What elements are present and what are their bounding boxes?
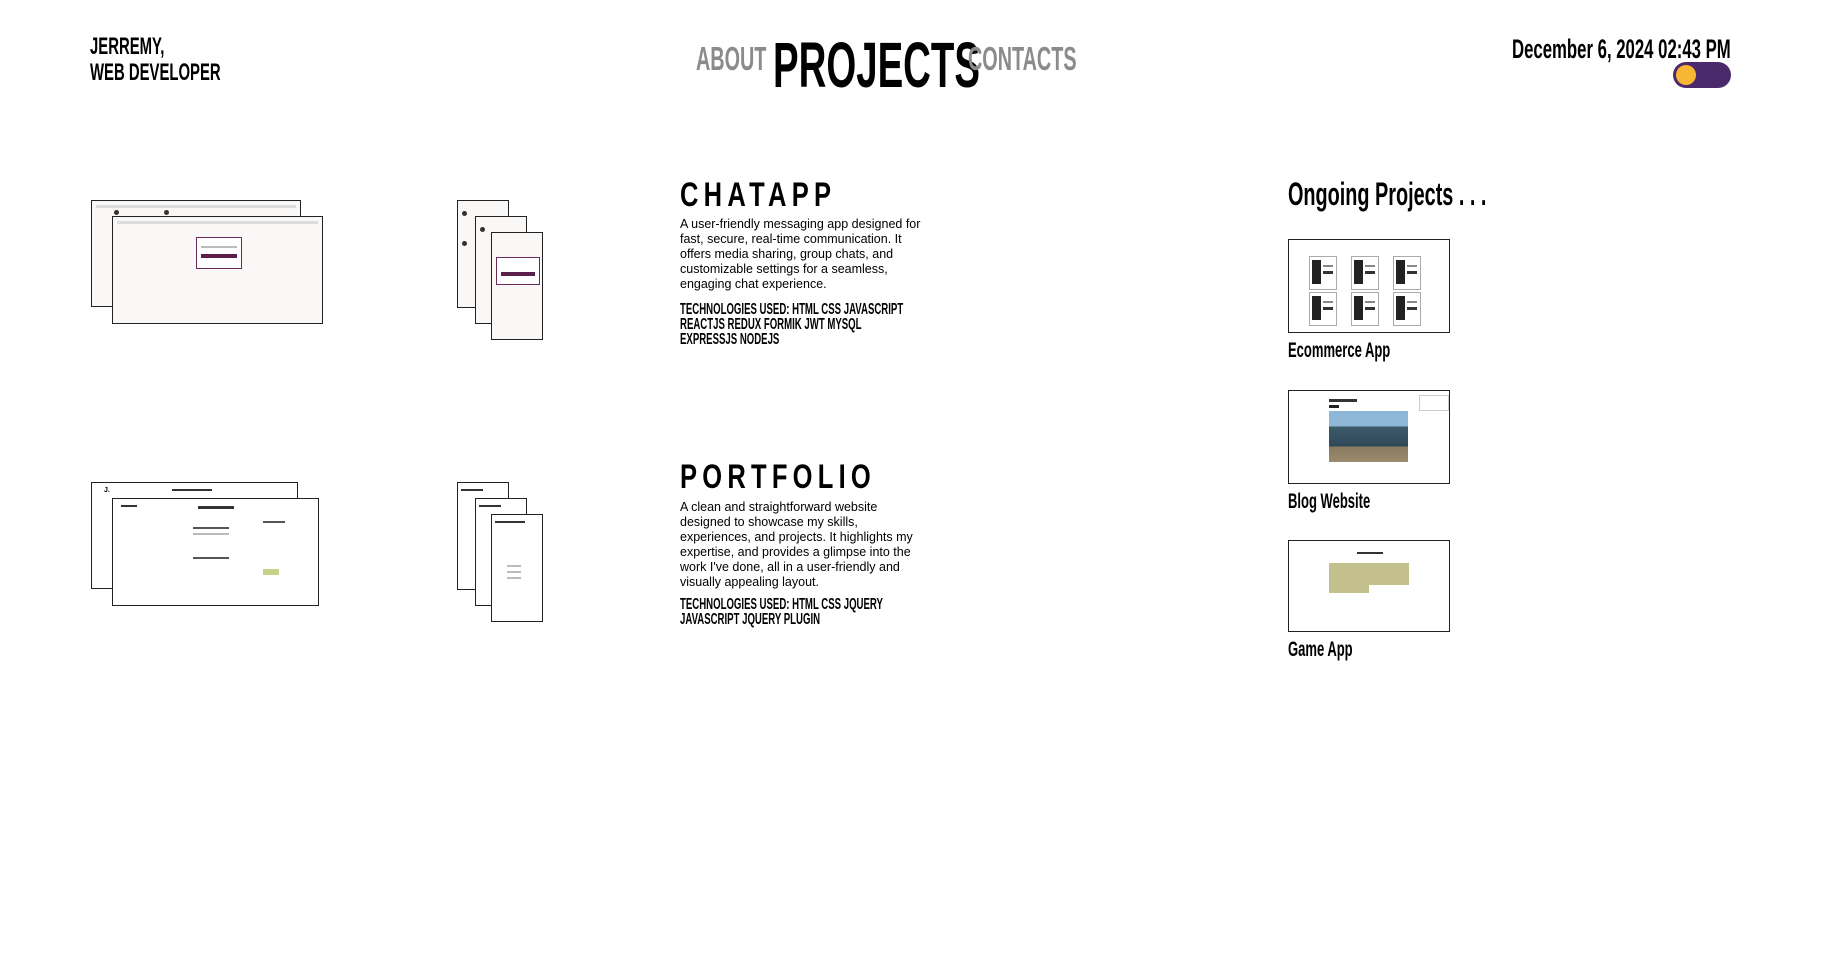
nav-contacts[interactable]: CONTACTS	[968, 40, 1077, 78]
blog-tag	[1329, 405, 1339, 408]
product-tile	[1351, 256, 1379, 290]
project-description-portfolio: A clean and straightforward website desi…	[680, 500, 913, 589]
shot-dot	[114, 210, 119, 215]
shot-bar	[117, 221, 318, 224]
project-title-chatapp: CHATAPP	[680, 176, 837, 214]
ongoing-card-game[interactable]	[1288, 540, 1450, 632]
blog-hero-image	[1329, 411, 1408, 462]
shot-dot	[462, 211, 467, 216]
mini-brand	[495, 521, 525, 523]
product-tile	[1351, 292, 1379, 326]
mini-ongoing	[263, 521, 285, 523]
product-tile	[1393, 256, 1421, 290]
mini-menu	[507, 577, 521, 579]
mini-brand	[479, 505, 501, 507]
mini-brand	[461, 489, 483, 491]
ongoing-label-ecommerce[interactable]: Ecommerce App	[1288, 339, 1390, 363]
nav-projects[interactable]: PROJECTS	[773, 30, 980, 100]
login-line	[201, 246, 237, 248]
theme-toggle-knob	[1676, 65, 1696, 85]
project-title-portfolio: PORTFOLIO	[680, 458, 876, 496]
game-grid-right	[1369, 563, 1409, 585]
mini-nav	[172, 489, 212, 491]
mini-card	[263, 569, 279, 575]
product-tile	[1309, 256, 1337, 290]
nav-about[interactable]: ABOUT	[696, 40, 766, 78]
mini-menu	[507, 571, 521, 573]
mini-menu	[507, 565, 521, 567]
project-technologies-chatapp: TECHNOLOGIES USED: HTML CSS JAVASCRIPT R…	[680, 301, 904, 348]
shot-dot	[480, 227, 485, 232]
brand: JERREMY, WEB DEVELOPER	[90, 34, 301, 86]
brand-line2: WEB DEVELOPER	[90, 59, 221, 86]
mini-nav	[198, 506, 234, 509]
product-tile	[1309, 292, 1337, 326]
mini-title	[193, 557, 229, 559]
blog-heading	[1329, 399, 1357, 402]
mini-text	[193, 533, 229, 535]
ongoing-label-blog[interactable]: Blog Website	[1288, 490, 1370, 514]
login-btn	[501, 272, 535, 276]
game-heading	[1357, 552, 1383, 554]
mini-brand	[121, 505, 137, 507]
theme-toggle[interactable]	[1673, 62, 1731, 88]
clock: December 6, 2024 02:43 PM	[1378, 34, 1731, 65]
ongoing-label-game[interactable]: Game App	[1288, 638, 1353, 662]
game-grid-left	[1329, 563, 1369, 593]
ongoing-projects-title: Ongoing Projects . . .	[1288, 176, 1487, 212]
ongoing-card-ecommerce[interactable]	[1288, 239, 1450, 333]
chatapp-desktop-shot-front	[112, 216, 323, 324]
login-btn	[201, 254, 237, 258]
shot-bar	[96, 205, 296, 208]
portfolio-mobile-shot-3	[491, 514, 543, 622]
mini-brand: J.	[104, 487, 110, 494]
mini-title	[193, 527, 229, 529]
shot-dot	[164, 210, 169, 215]
blog-sidebar	[1419, 395, 1449, 411]
project-description-chatapp: A user-friendly messaging app designed f…	[680, 217, 921, 291]
login-box	[496, 257, 540, 285]
project-technologies-portfolio: TECHNOLOGIES USED: HTML CSS JQUERY JAVAS…	[680, 596, 883, 628]
shot-dot	[462, 241, 467, 246]
product-tile	[1393, 292, 1421, 326]
ongoing-card-blog[interactable]	[1288, 390, 1450, 484]
login-box	[196, 237, 242, 269]
chatapp-mobile-shot-3	[491, 232, 543, 340]
brand-line1: JERREMY,	[90, 33, 165, 60]
portfolio-desktop-shot-front	[112, 498, 319, 606]
datetime-display: December 6, 2024 02:43 PM	[1512, 34, 1731, 64]
